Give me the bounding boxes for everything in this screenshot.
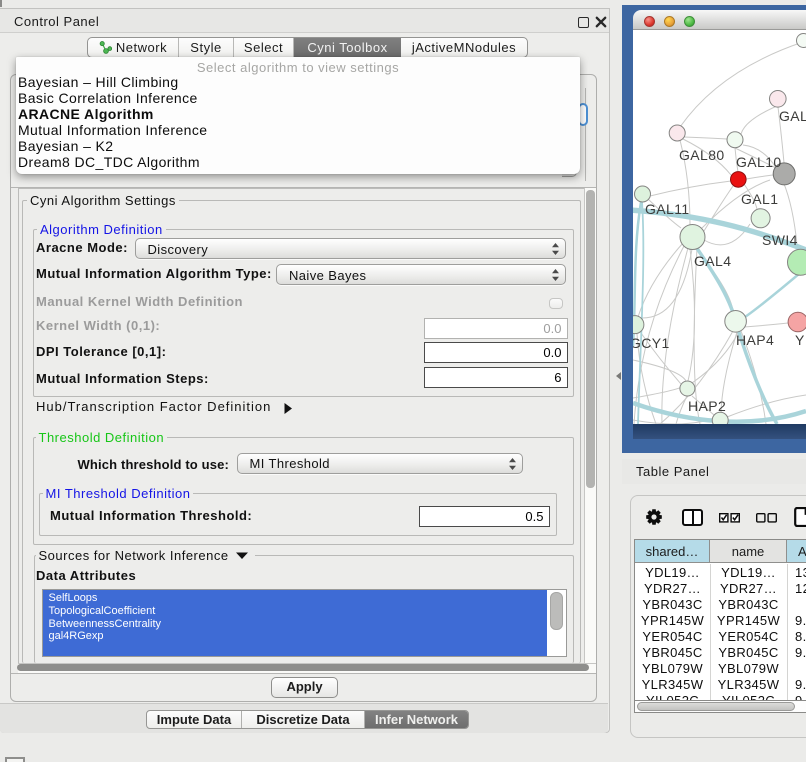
svg-text:Y: Y [795, 332, 805, 348]
svg-text:GAL11: GAL11 [645, 201, 690, 217]
svg-text:GAL7: GAL7 [779, 108, 806, 124]
svg-text:HAP4: HAP4 [736, 332, 774, 348]
svg-text:HAP2: HAP2 [688, 398, 726, 414]
svg-text:GAL80: GAL80 [679, 147, 725, 163]
svg-text:SWI4: SWI4 [762, 232, 798, 248]
svg-text:GAL1: GAL1 [741, 191, 778, 207]
svg-text:GAL10: GAL10 [736, 154, 782, 170]
svg-text:GAL4: GAL4 [694, 253, 731, 269]
svg-text:GCY1: GCY1 [633, 335, 670, 351]
